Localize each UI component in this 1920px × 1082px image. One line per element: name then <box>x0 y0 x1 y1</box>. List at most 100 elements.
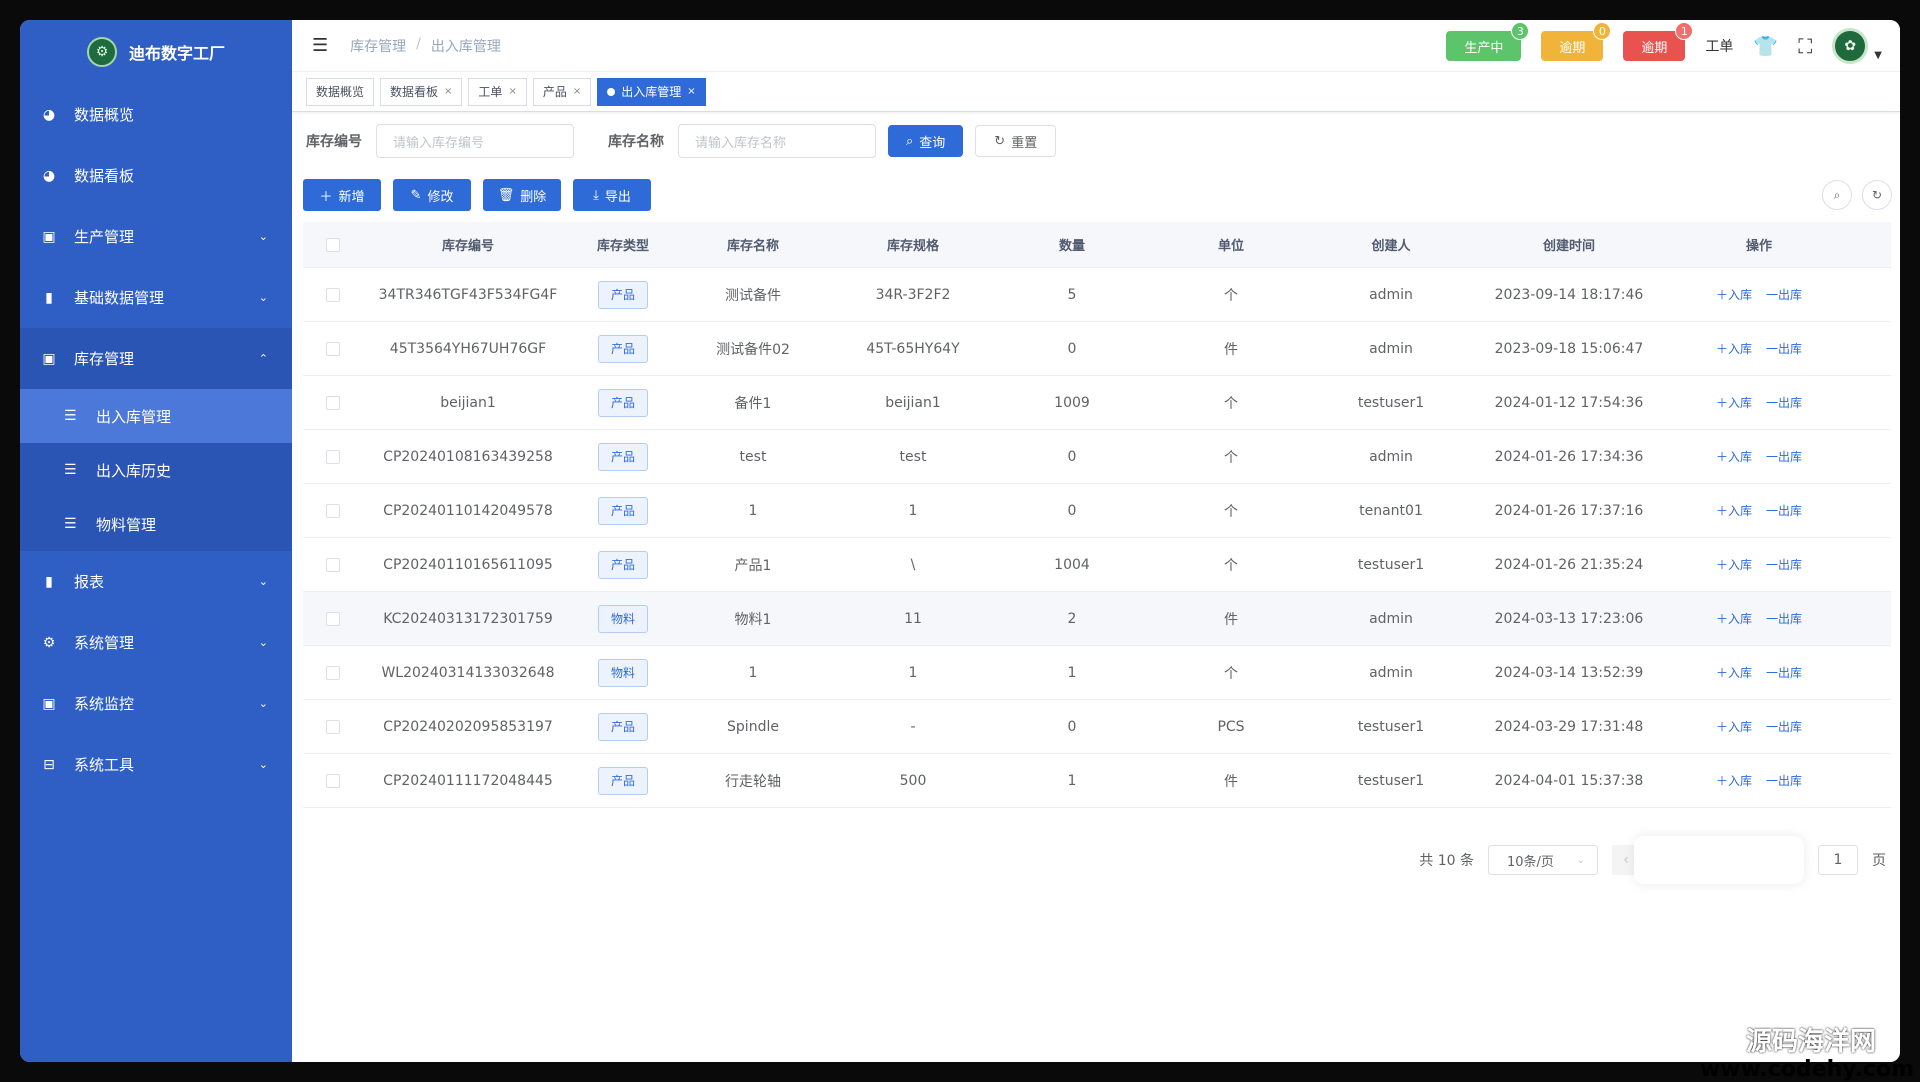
in-production-button[interactable]: 生产中 3 <box>1446 22 1530 61</box>
edit-button[interactable]: ✎ 修改 <box>393 179 471 211</box>
stock-in-button[interactable]: ＋入库 <box>1716 772 1752 789</box>
list-icon: ☰ <box>64 408 77 424</box>
stock-out-button[interactable]: 一出库 <box>1766 394 1802 411</box>
sidebar-item-system[interactable]: ⚙ 系统管理 ⌄ <box>20 612 292 673</box>
row-checkbox[interactable] <box>326 449 340 464</box>
stock-out-button[interactable]: 一出库 <box>1766 502 1802 519</box>
row-checkbox[interactable] <box>326 665 340 680</box>
stock-out-button[interactable]: 一出库 <box>1766 340 1802 357</box>
sidebar-subitem-material[interactable]: ☰ 物料管理 <box>20 497 292 551</box>
overdue-button[interactable]: 逾期 1 <box>1623 22 1694 61</box>
stock-out-button[interactable]: 一出库 <box>1766 718 1802 735</box>
stock-spec-cell: 1 <box>908 502 918 519</box>
stock-in-button[interactable]: ＋入库 <box>1716 286 1752 303</box>
minus-icon: 一 <box>1766 450 1779 464</box>
row-checkbox[interactable] <box>326 287 340 302</box>
page-jump-input[interactable]: 1 <box>1818 845 1858 875</box>
chevron-down-icon: ⌄ <box>258 230 268 243</box>
row-checkbox[interactable] <box>326 341 340 356</box>
op-label: 入库 <box>1727 774 1752 788</box>
sidebar-subitem-stock-io[interactable]: ☰ 出入库管理 <box>20 389 292 443</box>
page-size-select[interactable]: 10条/页 ⌄ <box>1488 845 1598 875</box>
select-all-checkbox[interactable] <box>326 237 340 252</box>
sidebar-item-data-board[interactable]: ◕ 数据看板 <box>20 145 292 206</box>
sidebar-item-tools[interactable]: ⊟ 系统工具 ⌄ <box>20 734 292 795</box>
refresh-button[interactable]: ↻ <box>1862 180 1892 210</box>
stock-out-button[interactable]: 一出库 <box>1766 286 1802 303</box>
tag-stock-io[interactable]: 出入库管理 × <box>597 77 706 106</box>
stock-in-button[interactable]: ＋入库 <box>1716 394 1752 411</box>
row-checkbox[interactable] <box>326 719 340 734</box>
stock-out-button[interactable]: 一出库 <box>1766 772 1802 789</box>
query-button[interactable]: ⌕ 查询 <box>888 125 964 157</box>
stock-out-button[interactable]: 一出库 <box>1766 556 1802 573</box>
op-label: 入库 <box>1727 450 1752 464</box>
hamburger-icon[interactable]: ☰ <box>312 35 328 56</box>
table-row[interactable]: 34TR346TGF43F534FG4F 产品 测试备件 34R-3F2F2 5 个 adm… <box>303 268 1891 322</box>
stock-name-input[interactable]: 请输入库存名称 <box>678 124 876 158</box>
shirt-icon[interactable]: 👕 <box>1753 34 1778 58</box>
chevron-down-icon: ⌄ <box>258 575 268 588</box>
sidebar-item-monitor[interactable]: ▣ 系统监控 ⌄ <box>20 673 292 734</box>
row-checkbox[interactable] <box>326 503 340 518</box>
table-row[interactable]: beijian1 产品 备件1 beijian1 1009 个 testuser1 2024-… <box>303 376 1891 430</box>
tag-data-overview[interactable]: 数据概览 <box>306 77 375 106</box>
table-row[interactable]: CP20240110142049578 产品 1 1 0 个 tenant01 2024-01… <box>303 484 1891 538</box>
sidebar-item-basic-data[interactable]: ▮ 基础数据管理 ⌄ <box>20 267 292 328</box>
sidebar-item-data-overview[interactable]: ◕ 数据概览 <box>20 84 292 145</box>
logo[interactable]: ⚙ 迪布数字工厂 <box>20 20 292 84</box>
stock-code-input[interactable]: 请输入库存编号 <box>376 124 574 158</box>
export-button[interactable]: ⤓ 导出 <box>573 179 651 211</box>
stock-in-button[interactable]: ＋入库 <box>1716 556 1752 573</box>
stock-in-button[interactable]: ＋入库 <box>1716 340 1752 357</box>
table-row[interactable]: 45T3564YH67UH76GF 产品 测试备件02 45T-65HY64Y 0 件 ad… <box>303 322 1891 376</box>
row-checkbox[interactable] <box>326 611 340 626</box>
table-row[interactable]: CP20240110165611095 产品 产品1 \ 1004 个 testuser1 2… <box>303 538 1891 592</box>
row-checkbox[interactable] <box>326 395 340 410</box>
overdue-warning-button[interactable]: 逾期 0 <box>1541 22 1612 61</box>
add-button[interactable]: ＋ 新增 <box>303 179 381 211</box>
caret-down-icon[interactable]: ▼ <box>1874 50 1882 61</box>
close-icon[interactable]: × <box>687 86 695 97</box>
stock-in-button[interactable]: ＋入库 <box>1716 448 1752 465</box>
sidebar-item-inventory[interactable]: ▣ 库存管理 ⌃ <box>20 328 292 389</box>
table-row[interactable]: CP20240111172048445 产品 行走轮轴 500 1 件 testuser1 2… <box>303 754 1891 808</box>
toggle-search-button[interactable]: ⌕ <box>1822 180 1852 210</box>
stock-out-button[interactable]: 一出库 <box>1766 610 1802 627</box>
row-checkbox[interactable] <box>326 557 340 572</box>
table-row[interactable]: KC20240313172301759 物料 物料1 11 2 件 admin 2024-03… <box>303 592 1891 646</box>
count-badge: 3 <box>1511 22 1530 40</box>
total-count: 共 10 条 <box>1419 853 1474 869</box>
monitor-icon: ▣ <box>42 695 56 712</box>
minus-icon: 一 <box>1766 612 1779 626</box>
stock-type-tag: 产品 <box>597 334 648 363</box>
stock-in-button[interactable]: ＋入库 <box>1716 502 1752 519</box>
delete-button[interactable]: 🗑 删除 <box>483 179 561 211</box>
close-icon[interactable]: × <box>444 86 452 97</box>
table-row[interactable]: CP20240108163439258 产品 test test 0 个 admin 2024… <box>303 430 1891 484</box>
table-header: 库存编号 库存类型 库存名称 库存规格 数量 单位 创建人 创建时间 操作 <box>303 222 1891 268</box>
stock-in-button[interactable]: ＋入库 <box>1716 718 1752 735</box>
sidebar-item-production[interactable]: ▣ 生产管理 ⌄ <box>20 206 292 267</box>
fullscreen-icon[interactable]: ⛶ <box>1798 34 1812 58</box>
tag-work-order[interactable]: 工单 × <box>468 77 527 106</box>
close-icon[interactable]: × <box>508 86 516 97</box>
table-row[interactable]: CP20240202095853197 产品 Spindle - 0 PCS testuse… <box>303 700 1891 754</box>
button-label: 导出 <box>604 189 631 205</box>
row-checkbox[interactable] <box>326 773 340 788</box>
breadcrumb-item[interactable]: 库存管理 <box>350 36 406 56</box>
sidebar-item-reports[interactable]: ▮ 报表 ⌄ <box>20 551 292 612</box>
work-order-link[interactable]: 工单 <box>1705 36 1733 56</box>
reset-button[interactable]: ↻ 重置 <box>975 125 1057 157</box>
stock-in-button[interactable]: ＋入库 <box>1716 664 1752 681</box>
stock-out-button[interactable]: 一出库 <box>1766 664 1802 681</box>
tag-data-board[interactable]: 数据看板 × <box>380 77 463 106</box>
plus-icon: ＋ <box>1715 504 1728 518</box>
table-row[interactable]: WL20240314133032648 物料 1 1 1 个 admin 2024-03-14… <box>303 646 1891 700</box>
sidebar-subitem-stock-history[interactable]: ☰ 出入库历史 <box>20 443 292 497</box>
tag-product[interactable]: 产品 × <box>532 77 592 106</box>
stock-in-button[interactable]: ＋入库 <box>1716 610 1752 627</box>
stock-out-button[interactable]: 一出库 <box>1766 448 1802 465</box>
close-icon[interactable]: × <box>573 86 581 97</box>
avatar[interactable]: ✿ <box>1832 28 1869 64</box>
